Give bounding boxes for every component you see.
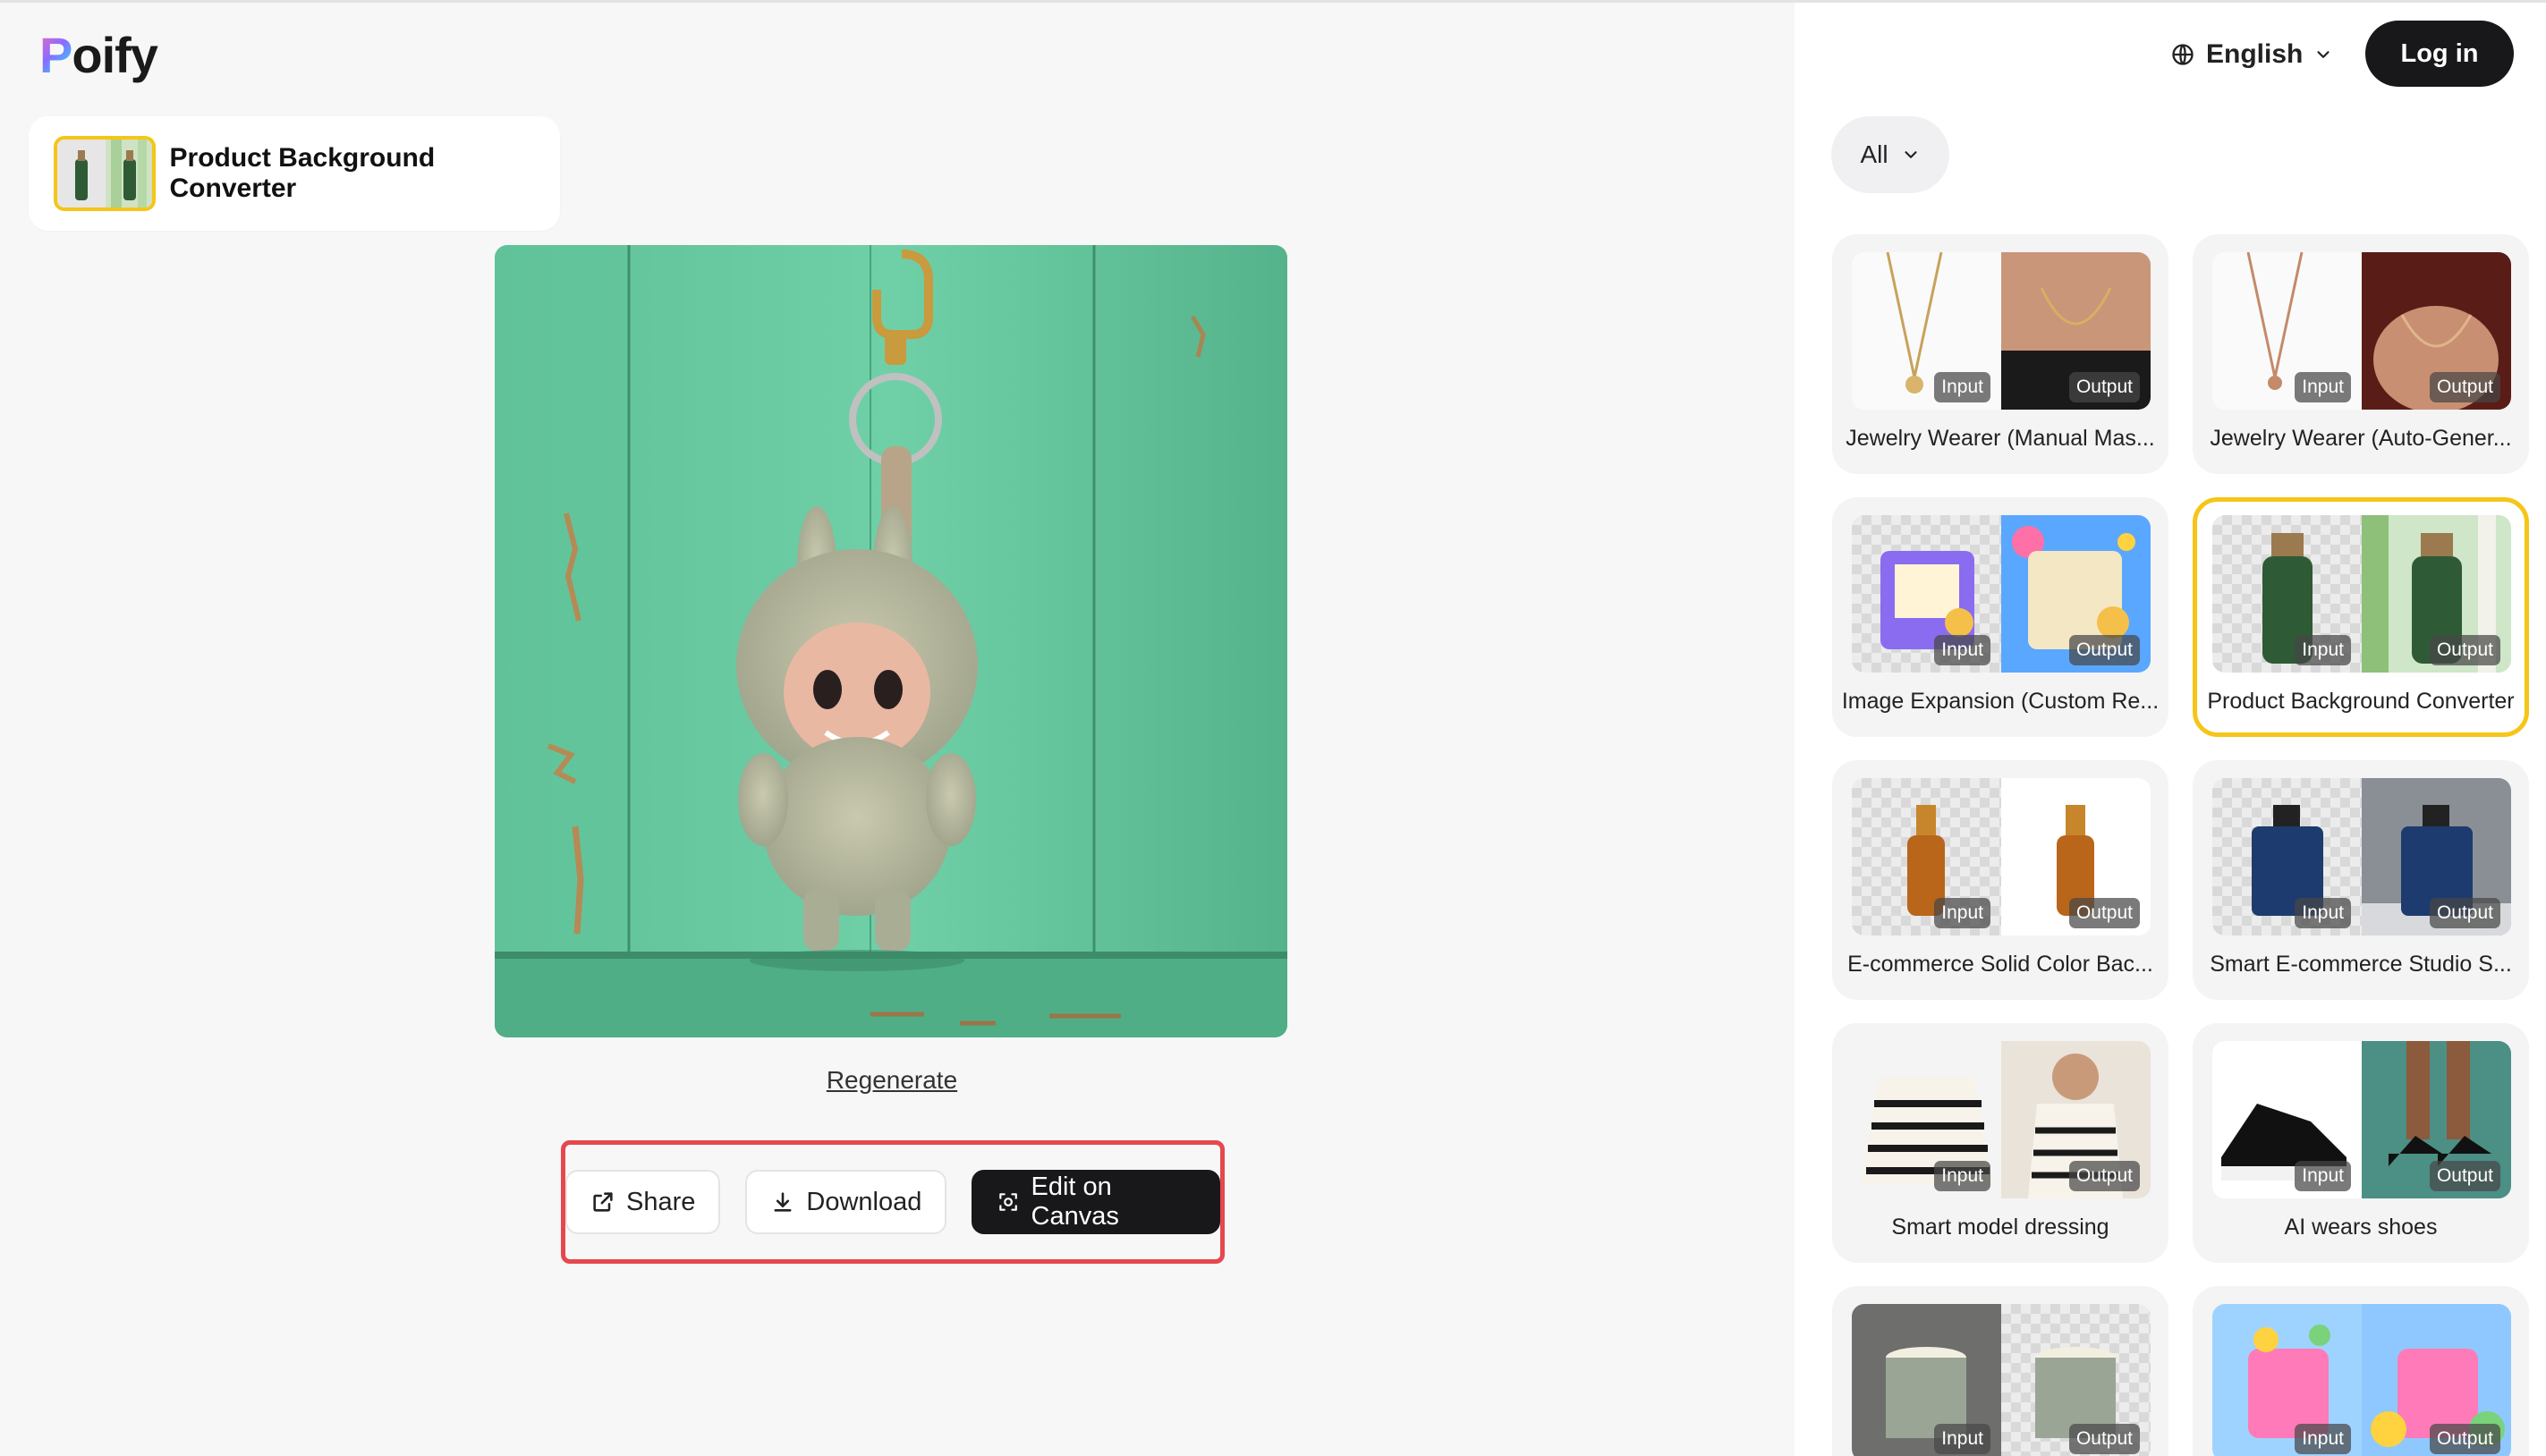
output-thumb: Output <box>2001 515 2151 673</box>
card-title: Product Background Converter <box>2207 689 2515 714</box>
input-thumb: Input <box>2212 515 2362 673</box>
card-title: Smart model dressing <box>1891 1215 2109 1240</box>
card-title: E-commerce Solid Color Bac... <box>1847 952 2153 977</box>
logo-initial: P <box>39 26 72 83</box>
tool-name: Product Background Converter <box>169 143 436 203</box>
template-card-jewelry-manual[interactable]: Input Output Jewelry Wearer (Manual Mas.… <box>1832 234 2168 474</box>
template-card-product-background[interactable]: Input Output Product Background Converte… <box>2193 497 2529 737</box>
input-thumb: Input <box>2212 778 2362 935</box>
input-tag: Input <box>1934 635 1990 665</box>
input-tag: Input <box>2295 898 2351 928</box>
filter-label: All <box>1860 140 1888 168</box>
chevron-down-icon <box>2317 51 2330 58</box>
canvas-icon <box>999 1193 1018 1211</box>
card-preview: Input Output <box>2212 1041 2511 1198</box>
action-buttons-highlight: Share Download Edit on Canvas <box>561 1140 1225 1264</box>
output-tag: Output <box>2429 635 2500 665</box>
template-card-image-expansion[interactable]: Input Output Image Expansion (Custom Re.… <box>1832 497 2168 737</box>
template-card-jewelry-auto[interactable]: Input Output Jewelry Wearer (Auto-Gener.… <box>2193 234 2529 474</box>
input-tag: Input <box>1934 1161 1990 1191</box>
output-thumb: Output <box>2362 1304 2511 1456</box>
output-tag: Output <box>2068 635 2140 665</box>
template-card-model-dressing[interactable]: Input Output Smart model dressing <box>1832 1023 2168 1263</box>
output-tag: Output <box>2068 1161 2140 1191</box>
template-card-playful-scene[interactable]: Input Output <box>2193 1286 2529 1456</box>
card-preview: Input Output <box>2212 515 2511 673</box>
card-preview: Input Output <box>1852 1041 2151 1198</box>
login-label: Log in <box>2400 38 2479 68</box>
output-tag: Output <box>2068 372 2140 402</box>
output-thumb: Output <box>2362 1041 2511 1198</box>
input-thumb: Input <box>1852 252 2001 410</box>
input-tag: Input <box>1934 898 1990 928</box>
card-title: Image Expansion (Custom Re... <box>1841 689 2160 714</box>
card-preview: Input Output <box>1852 778 2151 935</box>
download-button[interactable]: Download <box>745 1170 947 1234</box>
output-tag: Output <box>2429 1161 2500 1191</box>
current-tool-chip[interactable]: Product Background Converter <box>29 116 560 231</box>
output-thumb: Output <box>2001 778 2151 935</box>
regenerate-label[interactable]: Regenerate <box>827 1066 957 1094</box>
input-tag: Input <box>2295 1161 2351 1191</box>
output-tag: Output <box>2429 372 2500 402</box>
output-tag: Output <box>2429 1424 2500 1454</box>
login-button[interactable]: Log in <box>2365 21 2514 87</box>
edit-on-canvas-button[interactable]: Edit on Canvas <box>972 1170 1220 1234</box>
card-preview: Input Output <box>2212 1304 2511 1456</box>
output-thumb: Output <box>2362 778 2511 935</box>
regenerate-link[interactable]: Regenerate <box>0 1066 1784 1095</box>
card-title: Jewelry Wearer (Auto-Gener... <box>2210 426 2512 451</box>
output-thumb: Output <box>2001 252 2151 410</box>
tool-thumbnail <box>54 136 156 211</box>
input-thumb: Input <box>1852 1041 2001 1198</box>
input-thumb: Input <box>2212 1041 2362 1198</box>
output-tag: Output <box>2068 898 2140 928</box>
card-preview: Input Output <box>1852 1304 2151 1456</box>
output-tag: Output <box>2068 1424 2140 1454</box>
download-label: Download <box>806 1187 922 1216</box>
input-tag: Input <box>1934 372 1990 402</box>
card-title: Jewelry Wearer (Manual Mas... <box>1846 426 2155 451</box>
card-title: Smart E-commerce Studio S... <box>2210 952 2512 977</box>
globe-icon <box>2172 44 2194 65</box>
result-image[interactable] <box>495 245 1287 1037</box>
logo[interactable]: Poify <box>39 23 158 86</box>
input-tag: Input <box>1934 1424 1990 1454</box>
card-preview: Input Output <box>2212 252 2511 410</box>
input-tag: Input <box>2295 635 2351 665</box>
card-title: AI wears shoes <box>2284 1215 2438 1240</box>
input-thumb: Input <box>1852 778 2001 935</box>
share-label: Share <box>626 1187 696 1216</box>
input-thumb: Input <box>2212 252 2362 410</box>
input-thumb: Input <box>1852 1304 2001 1456</box>
template-card-ai-shoes[interactable]: Input Output AI wears shoes <box>2193 1023 2529 1263</box>
output-thumb: Output <box>2001 1041 2151 1198</box>
share-icon <box>593 1192 613 1212</box>
output-tag: Output <box>2429 898 2500 928</box>
download-icon <box>774 1192 792 1212</box>
share-button[interactable]: Share <box>565 1170 721 1234</box>
logo-text: oify <box>72 26 158 83</box>
edit-on-canvas-label: Edit on Canvas <box>1031 1172 1119 1231</box>
language-selector[interactable]: English <box>2170 32 2333 77</box>
template-card-solid-color[interactable]: Input Output E-commerce Solid Color Bac.… <box>1832 760 2168 1000</box>
template-card-studio[interactable]: Input Output Smart E-commerce Studio S..… <box>2193 760 2529 1000</box>
card-preview: Input Output <box>1852 252 2151 410</box>
input-thumb: Input <box>1852 515 2001 673</box>
category-filter[interactable]: All <box>1831 116 1949 193</box>
input-thumb: Input <box>2212 1304 2362 1456</box>
card-preview: Input Output <box>1852 515 2151 673</box>
language-label: English <box>2206 39 2304 69</box>
output-thumb: Output <box>2001 1304 2151 1456</box>
card-preview: Input Output <box>2212 778 2511 935</box>
output-thumb: Output <box>2362 515 2511 673</box>
template-card-candle[interactable]: Input Output <box>1832 1286 2168 1456</box>
input-tag: Input <box>2295 1424 2351 1454</box>
chevron-down-icon <box>1904 151 1917 158</box>
output-thumb: Output <box>2362 252 2511 410</box>
input-tag: Input <box>2295 372 2351 402</box>
